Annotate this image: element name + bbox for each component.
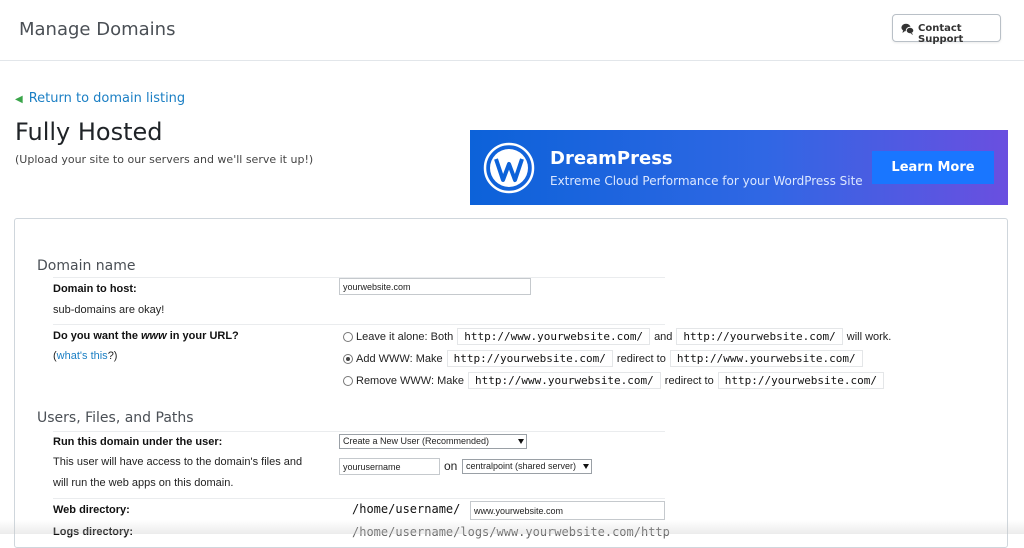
users-section-title: Users, Files, and Paths xyxy=(37,410,194,426)
web-directory-input[interactable] xyxy=(470,501,665,520)
option-text: and xyxy=(654,331,673,343)
return-link[interactable]: ◀ Return to domain listing xyxy=(15,91,185,106)
radio-leave[interactable] xyxy=(343,332,353,342)
dropdown-caret-icon xyxy=(583,464,589,469)
www-question-label: Do you want the www in your URL? xyxy=(53,330,239,342)
domain-section-title: Domain name xyxy=(37,258,136,274)
domain-host-label: Domain to host: xyxy=(53,283,137,295)
www-option-remove[interactable]: Remove WWW: Make http://www.yourwebsite.c… xyxy=(343,372,888,389)
radio-add-selected[interactable] xyxy=(343,354,353,364)
www-label-text: Do you want the xyxy=(53,330,141,342)
run-user-label: Run this domain under the user: xyxy=(53,436,223,448)
dreampress-banner: DreamPress Extreme Cloud Performance for… xyxy=(470,130,1008,205)
whats-this-link[interactable]: what's this xyxy=(57,350,108,362)
divider xyxy=(53,324,665,325)
web-directory-label: Web directory: xyxy=(53,504,130,516)
divider xyxy=(53,498,665,499)
chat-bubbles-icon xyxy=(901,23,914,35)
www-label-text-end: in your URL? xyxy=(166,330,239,342)
wordpress-logo-icon xyxy=(483,142,535,194)
url-code: http://yourwebsite.com/ xyxy=(717,372,885,389)
contact-support-button[interactable]: Contact Support xyxy=(892,14,1001,45)
www-option-leave[interactable]: Leave it alone: Both http://www.yourwebsi… xyxy=(343,328,891,345)
domain-host-hint: sub-domains are okay! xyxy=(53,304,165,316)
server-select-value: centralpoint (shared server) xyxy=(466,461,577,471)
user-select-value: Create a New User (Recommended) xyxy=(343,436,490,446)
top-bar: Manage Domains Contact Support xyxy=(0,0,1024,61)
learn-more-button[interactable]: Learn More xyxy=(872,151,994,184)
dropdown-caret-icon xyxy=(518,439,524,444)
www-label-emphasis: www xyxy=(141,330,167,342)
contact-support-label: Contact Support xyxy=(918,23,964,45)
option-text: will work. xyxy=(846,331,892,343)
option-text: redirect to xyxy=(616,353,666,365)
radio-remove[interactable] xyxy=(343,376,353,386)
bottom-fade xyxy=(0,520,1024,534)
section-heading: Fully Hosted xyxy=(15,118,163,146)
section-subheading: (Upload your site to our servers and we'… xyxy=(15,153,314,166)
on-label: on xyxy=(444,459,458,473)
option-text: redirect to xyxy=(664,375,714,387)
paren-close: ?) xyxy=(107,350,118,362)
domain-host-input[interactable] xyxy=(339,278,531,295)
url-code: http://yourwebsite.com/ xyxy=(446,350,613,367)
url-code: http://yourwebsite.com/ xyxy=(676,328,843,345)
www-option-add[interactable]: Add WWW: Make http://yourwebsite.com/redi… xyxy=(343,350,867,367)
url-code: http://www.yourwebsite.com/ xyxy=(467,372,661,389)
banner-subtitle: Extreme Cloud Performance for your WordP… xyxy=(550,174,863,188)
url-code: http://www.yourwebsite.com/ xyxy=(457,328,651,345)
whats-this-wrapper: (what's this?) xyxy=(53,350,117,362)
option-text: Add WWW: Make xyxy=(356,353,443,365)
username-input[interactable] xyxy=(339,458,440,475)
run-user-hint: This user will have access to the domain… xyxy=(53,456,303,468)
divider xyxy=(53,431,665,432)
option-text: Remove WWW: Make xyxy=(356,375,464,387)
web-directory-prefix: /home/username/ xyxy=(352,502,461,516)
return-link-label: Return to domain listing xyxy=(28,91,186,106)
server-select[interactable]: centralpoint (shared server) xyxy=(462,459,592,474)
banner-title: DreamPress xyxy=(550,148,673,169)
arrow-left-icon: ◀ xyxy=(15,94,23,105)
option-text: Leave it alone: Both xyxy=(356,331,454,343)
page-title: Manage Domains xyxy=(19,19,176,40)
run-user-hint-2: will run the web apps on this domain. xyxy=(53,477,234,489)
url-code: http://www.yourwebsite.com/ xyxy=(669,350,863,367)
user-select[interactable]: Create a New User (Recommended) xyxy=(339,434,527,449)
